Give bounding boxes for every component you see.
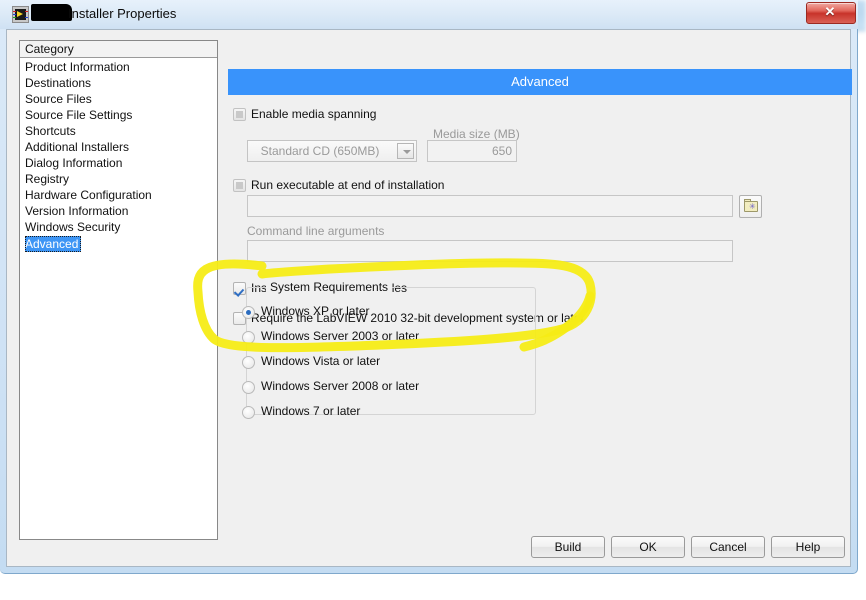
category-item-destinations[interactable]: Destinations: [20, 75, 217, 91]
enable-media-spanning-label: Enable media spanning: [251, 107, 377, 121]
install-error-codes-checkbox[interactable]: [233, 282, 246, 295]
category-item-advanced[interactable]: Advanced: [25, 236, 82, 252]
category-header: Category: [20, 41, 217, 58]
enable-media-spanning-checkbox[interactable]: [233, 108, 246, 121]
close-button[interactable]: ✕: [806, 2, 856, 24]
category-item-source-file-settings[interactable]: Source File Settings: [20, 107, 217, 123]
title-bar: Installer Properties ✕: [0, 0, 858, 29]
category-item-shortcuts[interactable]: Shortcuts: [20, 123, 217, 139]
executable-path-input[interactable]: [247, 195, 733, 217]
command-line-arguments-input[interactable]: [247, 240, 733, 262]
category-item-version-information[interactable]: Version Information: [20, 203, 217, 219]
system-requirements-legend: System Requirements: [266, 280, 393, 294]
command-line-arguments-label: Command line arguments: [247, 224, 385, 238]
media-type-dropdown[interactable]: Standard CD (650MB): [247, 140, 417, 162]
category-list[interactable]: Product Information Destinations Source …: [20, 59, 217, 252]
radio-windows-7-label: Windows 7 or later: [261, 404, 361, 418]
category-item-source-files[interactable]: Source Files: [20, 91, 217, 107]
category-item-hardware-configuration[interactable]: Hardware Configuration: [20, 187, 217, 203]
media-size-input[interactable]: 650: [427, 140, 517, 162]
dialog-client-area: Category Product Information Destination…: [6, 29, 852, 567]
media-type-dropdown-value: Standard CD (650MB): [260, 144, 380, 158]
close-icon: ✕: [824, 4, 836, 19]
radio-windows-server-2003[interactable]: [242, 331, 255, 344]
browse-folder-button[interactable]: ✳: [739, 195, 762, 218]
radio-windows-server-2003-label: Windows Server 2003 or later: [261, 329, 420, 343]
category-item-advanced-row[interactable]: Advanced: [20, 235, 217, 252]
installer-properties-dialog: Installer Properties ✕ Category Product …: [0, 0, 858, 574]
radio-windows-xp[interactable]: [242, 306, 255, 319]
run-executable-label: Run executable at end of installation: [251, 178, 445, 192]
category-item-registry[interactable]: Registry: [20, 171, 217, 187]
labview-vi-icon: [12, 6, 29, 23]
folder-browse-icon: ✳: [749, 202, 756, 211]
cancel-button[interactable]: Cancel: [691, 536, 765, 558]
run-executable-checkbox[interactable]: [233, 179, 246, 192]
radio-windows-server-2008[interactable]: [242, 381, 255, 394]
redacted-title-prefix: [31, 4, 72, 21]
radio-windows-xp-label: Windows XP or later: [261, 304, 370, 318]
category-item-additional-installers[interactable]: Additional Installers: [20, 139, 217, 155]
media-size-label: Media size (MB): [433, 127, 520, 141]
radio-windows-vista-label: Windows Vista or later: [261, 354, 381, 368]
pane-header-title: Advanced: [228, 69, 852, 95]
help-button[interactable]: Help: [771, 536, 845, 558]
category-item-dialog-information[interactable]: Dialog Information: [20, 155, 217, 171]
window-title: Installer Properties: [68, 6, 177, 21]
category-list-panel: Category Product Information Destination…: [19, 40, 218, 540]
category-item-windows-security[interactable]: Windows Security: [20, 219, 217, 235]
radio-windows-vista[interactable]: [242, 356, 255, 369]
ok-button[interactable]: OK: [611, 536, 685, 558]
radio-windows-server-2008-label: Windows Server 2008 or later: [261, 379, 420, 393]
category-item-product-information[interactable]: Product Information: [20, 59, 217, 75]
advanced-settings-pane: Enable media spanning Media size (MB) St…: [228, 95, 852, 555]
build-button[interactable]: Build: [531, 536, 605, 558]
radio-windows-7[interactable]: [242, 406, 255, 419]
chevron-down-icon[interactable]: [397, 143, 414, 159]
